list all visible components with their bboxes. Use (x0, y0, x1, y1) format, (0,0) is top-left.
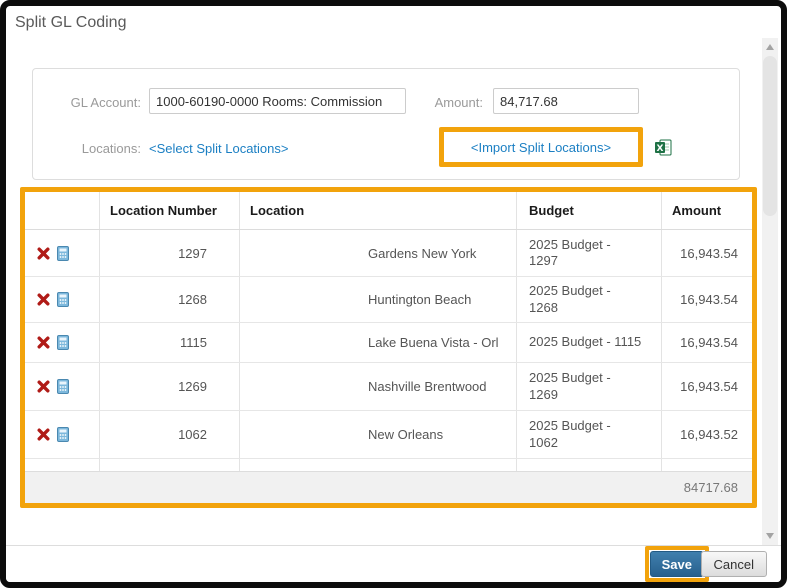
cell-budget: 2025 Budget - 1062 (517, 411, 662, 458)
cell-location-number: 1269 (100, 363, 240, 410)
cell-amount: 16,943.52 (662, 411, 752, 458)
gl-split-form-panel: GL Account: Amount: Locations: <Select S… (32, 68, 740, 180)
table-row: 1062 New Orleans 2025 Budget - 1062 16,9… (25, 411, 752, 459)
cell-location: Gardens New York (240, 230, 517, 276)
delete-row-icon[interactable] (37, 336, 50, 349)
split-gl-coding-dialog: Split GL Coding GL Account: Amount: Loca… (6, 6, 781, 582)
import-split-locations-link[interactable]: <Import Split Locations> (471, 140, 611, 155)
locations-label: Locations: (33, 141, 141, 156)
delete-row-icon[interactable] (37, 293, 50, 306)
amount-label: Amount: (393, 95, 483, 110)
cell-location-number: 1062 (100, 411, 240, 458)
header-location: Location (240, 192, 517, 229)
cell-budget: 2025 Budget - 1269 (517, 363, 662, 410)
cell-budget: 2025 Budget - 1268 (517, 277, 662, 322)
header-amount: Amount (662, 192, 752, 229)
table-row: 1115 Lake Buena Vista - Orl 2025 Budget … (25, 323, 752, 363)
delete-row-icon[interactable] (37, 428, 50, 441)
calculator-icon[interactable] (57, 335, 69, 350)
split-total-value: 84717.68 (684, 480, 738, 495)
table-row: 1269 Nashville Brentwood 2025 Budget - 1… (25, 363, 752, 411)
scroll-down-arrow-icon[interactable] (766, 533, 774, 539)
cell-location: New Orleans (240, 411, 517, 458)
cell-location: Lake Buena Vista - Orl (240, 323, 517, 362)
split-table-highlight-box: Location Number Location Budget Amount 1… (20, 187, 757, 508)
cell-budget: 2025 Budget - 1297 (517, 230, 662, 276)
table-filler-row (25, 459, 752, 471)
save-highlight-box: Save (645, 546, 709, 582)
cell-location-number: 1115 (100, 323, 240, 362)
cell-location: Nashville Brentwood (240, 363, 517, 410)
calculator-icon[interactable] (57, 427, 69, 442)
cancel-button[interactable]: Cancel (701, 551, 767, 577)
cell-amount: 16,943.54 (662, 323, 752, 362)
page-title: Split GL Coding (15, 14, 126, 32)
cell-amount: 16,943.54 (662, 230, 752, 276)
delete-row-icon[interactable] (37, 247, 50, 260)
calculator-icon[interactable] (57, 246, 69, 261)
vertical-scrollbar[interactable] (762, 38, 778, 545)
gl-account-label: GL Account: (33, 95, 141, 110)
scrollbar-thumb[interactable] (763, 56, 777, 216)
header-actions (25, 192, 100, 229)
screenshot-frame: Split GL Coding GL Account: Amount: Loca… (0, 0, 787, 588)
cell-budget: 2025 Budget - 1115 (517, 323, 662, 362)
cell-location-number: 1297 (100, 230, 240, 276)
amount-field[interactable] (493, 88, 639, 114)
save-button[interactable]: Save (650, 551, 704, 577)
excel-export-icon[interactable]: X (655, 139, 672, 156)
import-split-highlight-box: <Import Split Locations> (439, 127, 643, 167)
dialog-footer: Save Cancel (6, 545, 781, 582)
cell-location: Huntington Beach (240, 277, 517, 322)
scroll-up-arrow-icon[interactable] (766, 44, 774, 50)
calculator-icon[interactable] (57, 292, 69, 307)
select-split-locations-link[interactable]: <Select Split Locations> (149, 141, 288, 156)
delete-row-icon[interactable] (37, 380, 50, 393)
header-budget: Budget (517, 192, 662, 229)
table-header-row: Location Number Location Budget Amount (25, 192, 752, 230)
split-locations-table: Location Number Location Budget Amount 1… (25, 192, 752, 503)
header-location-number: Location Number (100, 192, 240, 229)
svg-text:X: X (657, 144, 664, 154)
gl-account-field[interactable] (149, 88, 406, 114)
table-row: 1268 Huntington Beach 2025 Budget - 1268… (25, 277, 752, 323)
cell-amount: 16,943.54 (662, 363, 752, 410)
table-row: 1297 Gardens New York 2025 Budget - 1297… (25, 230, 752, 277)
cell-location-number: 1268 (100, 277, 240, 322)
cell-amount: 16,943.54 (662, 277, 752, 322)
calculator-icon[interactable] (57, 379, 69, 394)
table-total-row: 84717.68 (25, 471, 752, 503)
